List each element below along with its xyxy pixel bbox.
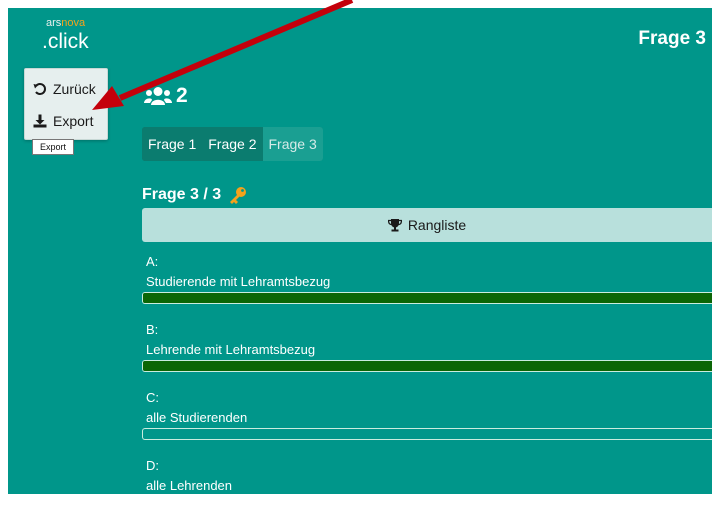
- leaderboard-label: Rangliste: [407, 217, 467, 233]
- answer-letter: A:: [146, 254, 159, 269]
- question-label: Frage 3 / 3: [142, 186, 222, 203]
- app-window: arsnova .click Frage 3 Zurück Export Exp…: [8, 8, 712, 494]
- brand-prefix: ars: [46, 17, 62, 29]
- tab-frage-1[interactable]: Frage 1: [142, 127, 203, 161]
- export-button[interactable]: Export: [25, 107, 107, 135]
- answer-text: Lehrende mit Lehramtsbezug: [146, 342, 316, 357]
- answer-letter: D:: [146, 458, 159, 473]
- brand-logo: arsnova: [46, 18, 85, 29]
- users-icon: [144, 87, 172, 105]
- participant-count-value: 2: [176, 84, 188, 107]
- trophy-icon: [387, 219, 402, 232]
- answer-text: alle Studierenden: [146, 410, 248, 425]
- question-header: Frage 3 / 3: [142, 186, 247, 204]
- answer-text: alle Lehrenden: [146, 478, 233, 493]
- leaderboard-button[interactable]: Rangliste: [142, 208, 712, 242]
- answer-bar: [142, 360, 712, 372]
- answer-text: Studierende mit Lehramtsbezug: [146, 274, 331, 289]
- page-title: Frage 3: [638, 28, 706, 49]
- tab-frage-2[interactable]: Frage 2: [202, 127, 263, 161]
- brand-highlight: nova: [61, 17, 86, 29]
- brand-suffix: .click: [42, 30, 89, 53]
- export-label: Export: [53, 113, 94, 129]
- participant-count: 2: [144, 83, 188, 109]
- undo-icon: [33, 83, 46, 95]
- answer-letter: B:: [146, 322, 159, 337]
- side-menu: Zurück Export: [24, 68, 108, 140]
- answer-bar-fill: [143, 293, 712, 303]
- export-tooltip: Export: [32, 139, 74, 155]
- back-label: Zurück: [53, 81, 96, 97]
- answer-bar-fill: [143, 361, 712, 371]
- question-tabs: Frage 1 Frage 2 Frage 3: [142, 127, 323, 161]
- key-icon: [230, 187, 247, 204]
- back-button[interactable]: Zurück: [25, 75, 107, 103]
- answer-bar: [142, 428, 712, 440]
- answer-letter: C:: [146, 390, 159, 405]
- download-icon: [33, 114, 47, 128]
- tab-frage-3[interactable]: Frage 3: [262, 127, 323, 161]
- answer-bar: [142, 292, 712, 304]
